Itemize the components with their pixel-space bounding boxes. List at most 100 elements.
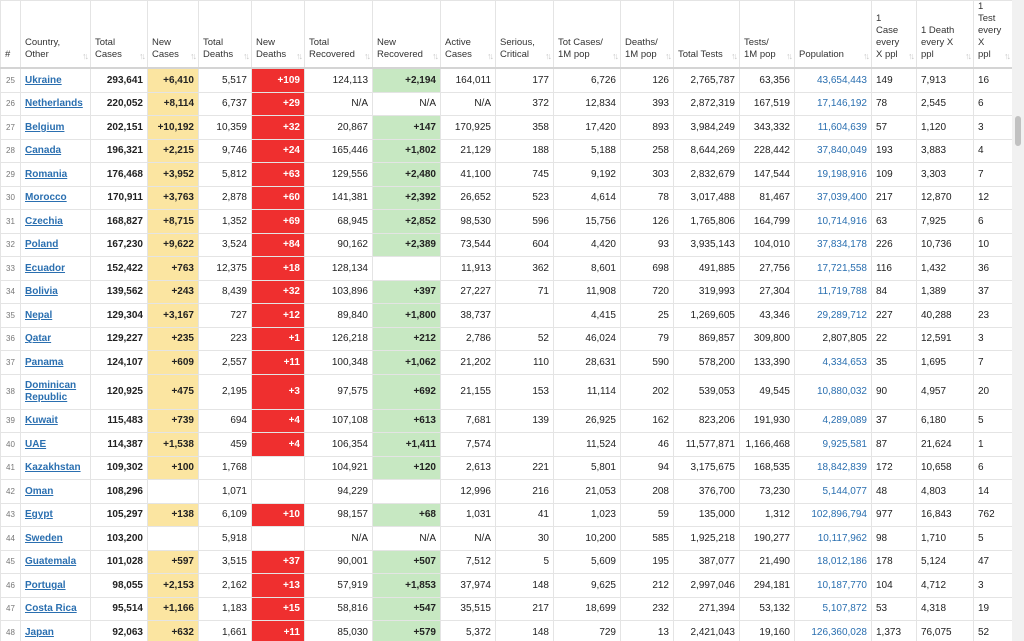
country-link[interactable]: Romania bbox=[25, 169, 67, 180]
sort-arrows-icon[interactable]: ↑↓ bbox=[612, 50, 619, 62]
population-link[interactable]: 126,360,028 bbox=[811, 627, 867, 638]
population-link[interactable]: 11,604,639 bbox=[818, 122, 867, 133]
population-link[interactable]: 5,144,077 bbox=[823, 486, 868, 497]
sort-arrows-icon[interactable]: ↑↓ bbox=[965, 50, 972, 62]
population-link[interactable]: 19,198,916 bbox=[817, 169, 867, 180]
country-link[interactable]: Czechia bbox=[25, 216, 63, 227]
column-header-case-every[interactable]: 1 Case every X ppl ↑↓ bbox=[871, 0, 917, 69]
cell-new-deaths: +69 bbox=[251, 209, 305, 234]
country-link[interactable]: Costa Rica bbox=[25, 603, 77, 614]
population-link[interactable]: 9,925,581 bbox=[823, 439, 868, 450]
country-link[interactable]: Kuwait bbox=[25, 415, 58, 426]
column-header-num[interactable]: # bbox=[0, 0, 21, 69]
country-link[interactable]: Guatemala bbox=[25, 556, 76, 567]
column-header-cases-per-1m[interactable]: Tot Cases/ 1M pop ↑↓ bbox=[553, 0, 621, 69]
cell-new-cases: +475 bbox=[147, 373, 199, 410]
sort-arrows-icon[interactable]: ↑↓ bbox=[863, 50, 870, 62]
country-link[interactable]: Canada bbox=[25, 145, 61, 156]
cell-total-recovered: 89,840 bbox=[304, 303, 373, 328]
column-header-death-every[interactable]: 1 Death every X ppl ↑↓ bbox=[916, 0, 974, 69]
cell-deaths-per-1m: 720 bbox=[620, 279, 674, 304]
population-link[interactable]: 18,842,839 bbox=[817, 462, 867, 473]
country-link[interactable]: Netherlands bbox=[25, 98, 83, 109]
column-header-total-cases[interactable]: Total Cases ↑↓ bbox=[90, 0, 148, 69]
cell-test-every: 6 bbox=[973, 91, 1012, 116]
cell-new-recovered: +1,800 bbox=[372, 303, 441, 328]
sort-arrows-icon[interactable]: ↑↓ bbox=[432, 50, 439, 62]
country-link[interactable]: Kazakhstan bbox=[25, 462, 81, 473]
country-link[interactable]: Bolivia bbox=[25, 286, 58, 297]
population-link[interactable]: 4,289,089 bbox=[823, 415, 868, 426]
country-link[interactable]: Belgium bbox=[25, 122, 64, 133]
cell-active-cases: 37,974 bbox=[440, 573, 496, 598]
country-link[interactable]: Nepal bbox=[25, 310, 52, 321]
country-link[interactable]: Dominican Republic bbox=[25, 380, 76, 403]
population-link[interactable]: 4,334,653 bbox=[823, 357, 868, 368]
country-link[interactable]: Poland bbox=[25, 239, 58, 250]
cell-cases-per-1m: 5,609 bbox=[553, 549, 621, 574]
population-link[interactable]: 37,840,049 bbox=[817, 145, 867, 156]
population-link[interactable]: 17,146,192 bbox=[817, 98, 867, 109]
population-link[interactable]: 43,654,443 bbox=[817, 75, 867, 86]
population-link[interactable]: 11,719,788 bbox=[818, 286, 867, 297]
column-header-population[interactable]: Population ↑↓ bbox=[794, 0, 872, 69]
column-header-new-recovered[interactable]: New Recovered ↑↓ bbox=[372, 0, 441, 69]
population-link[interactable]: 17,721,558 bbox=[817, 263, 867, 274]
column-header-new-deaths[interactable]: New Deaths ↑↓ bbox=[251, 0, 305, 69]
sort-arrows-icon[interactable]: ↑↓ bbox=[296, 50, 303, 62]
population-link[interactable]: 5,107,872 bbox=[823, 603, 868, 614]
column-header-active-cases[interactable]: Active Cases ↑↓ bbox=[440, 0, 496, 69]
sort-arrows-icon[interactable]: ↑↓ bbox=[1004, 50, 1011, 62]
scrollbar-thumb[interactable] bbox=[1015, 116, 1021, 146]
table-row: 28 Canada 196,321 +2,215 9,746 +24 165,446 +1,8… bbox=[0, 138, 1012, 163]
country-link[interactable]: Ukraine bbox=[25, 75, 62, 86]
sort-arrows-icon[interactable]: ↑↓ bbox=[786, 50, 793, 62]
country-link[interactable]: Sweden bbox=[25, 533, 63, 544]
country-link[interactable]: Egypt bbox=[25, 509, 53, 520]
vertical-scrollbar[interactable] bbox=[1012, 0, 1024, 641]
sort-arrows-icon[interactable]: ↑↓ bbox=[243, 50, 250, 62]
column-header-serious[interactable]: Serious, Critical ↑↓ bbox=[495, 0, 554, 69]
column-header-total-tests[interactable]: Total Tests ↑↓ bbox=[673, 0, 740, 69]
sort-arrows-icon[interactable]: ↑↓ bbox=[82, 50, 89, 62]
country-link[interactable]: Portugal bbox=[25, 580, 66, 591]
sort-arrows-icon[interactable]: ↑↓ bbox=[139, 50, 146, 62]
sort-arrows-icon[interactable]: ↑↓ bbox=[190, 50, 197, 62]
cell-case-every: 109 bbox=[871, 162, 917, 187]
country-link[interactable]: Japan bbox=[25, 627, 54, 638]
sort-arrows-icon[interactable]: ↑↓ bbox=[731, 50, 738, 62]
population-link[interactable]: 37,039,400 bbox=[817, 192, 867, 203]
population-link[interactable]: 10,880,032 bbox=[817, 386, 867, 397]
sort-arrows-icon[interactable]: ↑↓ bbox=[487, 50, 494, 62]
column-header-deaths-per-1m[interactable]: Deaths/ 1M pop ↑↓ bbox=[620, 0, 674, 69]
sort-arrows-icon[interactable]: ↑↓ bbox=[545, 50, 552, 62]
population-link[interactable]: 102,896,794 bbox=[811, 509, 867, 520]
country-link[interactable]: Oman bbox=[25, 486, 53, 497]
column-header-total-recovered[interactable]: Total Recovered ↑↓ bbox=[304, 0, 373, 69]
country-link[interactable]: Panama bbox=[25, 357, 63, 368]
population-link[interactable]: 18,012,186 bbox=[817, 556, 867, 567]
sort-arrows-icon[interactable]: ↑↓ bbox=[665, 50, 672, 62]
population-link[interactable]: 10,187,770 bbox=[817, 580, 867, 591]
country-link[interactable]: Morocco bbox=[25, 192, 67, 203]
column-header-tests-per-1m[interactable]: Tests/ 1M pop ↑↓ bbox=[739, 0, 795, 69]
column-header-total-deaths[interactable]: Total Deaths ↑↓ bbox=[198, 0, 252, 69]
table-row: 47 Costa Rica 95,514 +1,166 1,183 +15 58,816 +5… bbox=[0, 596, 1012, 621]
population-link[interactable]: 10,714,916 bbox=[817, 216, 867, 227]
column-header-country[interactable]: Country, Other ↑↓ bbox=[20, 0, 91, 69]
column-header-new-cases[interactable]: New Cases ↑↓ bbox=[147, 0, 199, 69]
sort-arrows-icon[interactable]: ↑↓ bbox=[364, 50, 371, 62]
column-header-test-every[interactable]: 1 Test every X ppl ↑↓ bbox=[973, 0, 1012, 69]
cell-new-recovered: +2,392 bbox=[372, 185, 441, 210]
country-link[interactable]: UAE bbox=[25, 439, 46, 450]
sort-arrows-icon[interactable]: ↑↓ bbox=[908, 50, 915, 62]
cell-cases-per-1m: 9,625 bbox=[553, 573, 621, 598]
cell-deaths-per-1m: 78 bbox=[620, 185, 674, 210]
population-link[interactable]: 10,117,962 bbox=[818, 533, 867, 544]
country-link[interactable]: Ecuador bbox=[25, 263, 65, 274]
cell-cases-per-1m: 18,699 bbox=[553, 596, 621, 621]
population-link[interactable]: 37,834,178 bbox=[817, 239, 867, 250]
column-header-label: New Recovered bbox=[377, 37, 423, 60]
country-link[interactable]: Qatar bbox=[25, 333, 51, 344]
population-link[interactable]: 29,289,712 bbox=[817, 310, 867, 321]
